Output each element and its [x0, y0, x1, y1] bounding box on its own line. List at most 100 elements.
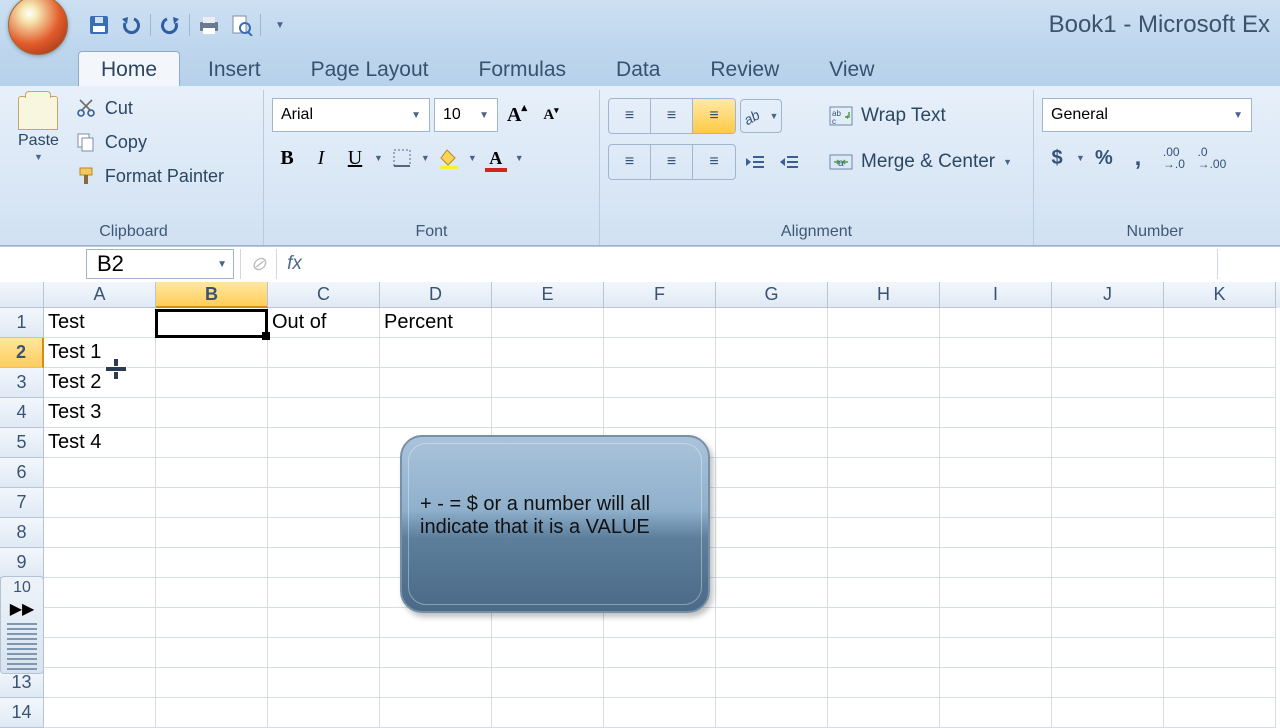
column-header[interactable]: F — [604, 282, 716, 308]
column-header[interactable]: A — [44, 282, 156, 308]
align-top-button[interactable]: ≡ — [609, 99, 651, 133]
align-left-button[interactable]: ≡ — [609, 145, 651, 179]
cell[interactable] — [940, 308, 1052, 338]
cell[interactable] — [940, 578, 1052, 608]
cell[interactable] — [1052, 488, 1164, 518]
cell[interactable] — [380, 398, 492, 428]
cell[interactable] — [492, 368, 604, 398]
cell[interactable] — [156, 548, 268, 578]
cell[interactable] — [716, 668, 828, 698]
cell[interactable] — [828, 638, 940, 668]
tab-data[interactable]: Data — [594, 52, 682, 86]
cell[interactable] — [1052, 428, 1164, 458]
italic-button[interactable]: I — [306, 142, 336, 174]
number-format-dropdown[interactable]: General▼ — [1042, 98, 1252, 132]
save-icon[interactable] — [86, 12, 112, 38]
row-header[interactable]: 3 — [0, 368, 44, 398]
cell[interactable] — [156, 368, 268, 398]
row-header[interactable]: 4 — [0, 398, 44, 428]
cell[interactable]: Mark — [156, 308, 268, 338]
cell[interactable] — [940, 428, 1052, 458]
cell[interactable] — [828, 428, 940, 458]
cell[interactable] — [940, 668, 1052, 698]
print-icon[interactable] — [196, 12, 222, 38]
cell[interactable] — [44, 518, 156, 548]
cell[interactable] — [380, 638, 492, 668]
decrease-indent-button[interactable] — [740, 146, 770, 178]
cell[interactable] — [1052, 338, 1164, 368]
grow-font-button[interactable]: A▴ — [502, 99, 532, 131]
font-name-dropdown[interactable]: Arial▼ — [272, 98, 430, 132]
cell[interactable] — [1052, 368, 1164, 398]
cell[interactable] — [828, 668, 940, 698]
cell[interactable] — [492, 668, 604, 698]
cell[interactable] — [604, 368, 716, 398]
merge-center-button[interactable]: a Merge & Center ▼ — [818, 144, 1023, 180]
cell[interactable] — [828, 578, 940, 608]
cell[interactable] — [1052, 548, 1164, 578]
print-preview-icon[interactable] — [228, 12, 254, 38]
fill-color-button[interactable] — [434, 142, 464, 174]
cell[interactable] — [268, 488, 380, 518]
cell[interactable] — [268, 638, 380, 668]
cell[interactable] — [156, 488, 268, 518]
cell[interactable] — [1052, 668, 1164, 698]
font-color-button[interactable]: A — [481, 142, 511, 174]
cell[interactable] — [1164, 608, 1276, 638]
cell[interactable] — [1164, 398, 1276, 428]
tab-view[interactable]: View — [807, 52, 896, 86]
tab-insert[interactable]: Insert — [186, 52, 283, 86]
cell[interactable] — [716, 428, 828, 458]
cell[interactable] — [44, 698, 156, 728]
cell[interactable]: Test 3 — [44, 398, 156, 428]
font-size-dropdown[interactable]: 10▼ — [434, 98, 498, 132]
cell[interactable] — [268, 398, 380, 428]
column-header[interactable]: D — [380, 282, 492, 308]
orientation-button[interactable]: ab▼ — [740, 99, 782, 133]
percent-format-button[interactable]: % — [1089, 142, 1119, 174]
cell[interactable]: Test — [44, 308, 156, 338]
row-header[interactable]: 5 — [0, 428, 44, 458]
cell[interactable] — [1052, 458, 1164, 488]
cell[interactable] — [156, 338, 268, 368]
cell[interactable] — [940, 338, 1052, 368]
cell[interactable] — [716, 518, 828, 548]
cell[interactable] — [940, 458, 1052, 488]
select-all-corner[interactable] — [0, 282, 44, 308]
cell[interactable] — [1164, 518, 1276, 548]
shrink-font-button[interactable]: A▾ — [536, 99, 566, 131]
cell[interactable] — [828, 518, 940, 548]
cell[interactable] — [1052, 578, 1164, 608]
column-header[interactable]: B — [156, 282, 268, 308]
cell[interactable] — [940, 488, 1052, 518]
cell[interactable] — [828, 458, 940, 488]
cell[interactable] — [268, 548, 380, 578]
cell[interactable] — [604, 668, 716, 698]
cell[interactable] — [1052, 698, 1164, 728]
cell[interactable] — [492, 308, 604, 338]
office-button[interactable] — [8, 0, 68, 55]
cell[interactable] — [1164, 338, 1276, 368]
cell[interactable] — [44, 458, 156, 488]
cell[interactable] — [716, 458, 828, 488]
cell[interactable]: Out of — [268, 308, 380, 338]
cell[interactable] — [156, 608, 268, 638]
align-center-button[interactable]: ≡ — [651, 145, 693, 179]
insert-function-button[interactable]: fx — [276, 249, 312, 279]
cell[interactable] — [1164, 308, 1276, 338]
row-header[interactable]: 14 — [0, 698, 44, 728]
tab-home[interactable]: Home — [78, 51, 180, 86]
column-header[interactable]: I — [940, 282, 1052, 308]
row-header[interactable]: 9 — [0, 548, 44, 578]
cell[interactable] — [940, 518, 1052, 548]
cell[interactable]: Test 4 — [44, 428, 156, 458]
cell[interactable] — [156, 668, 268, 698]
column-header[interactable]: K — [1164, 282, 1276, 308]
cell[interactable] — [1052, 638, 1164, 668]
wrap-text-button[interactable]: abc Wrap Text — [818, 98, 1023, 134]
cell[interactable] — [156, 698, 268, 728]
cell[interactable] — [268, 368, 380, 398]
cell[interactable] — [44, 638, 156, 668]
copy-button[interactable]: Copy — [71, 128, 228, 156]
name-box[interactable]: B2 ▼ — [86, 249, 234, 279]
